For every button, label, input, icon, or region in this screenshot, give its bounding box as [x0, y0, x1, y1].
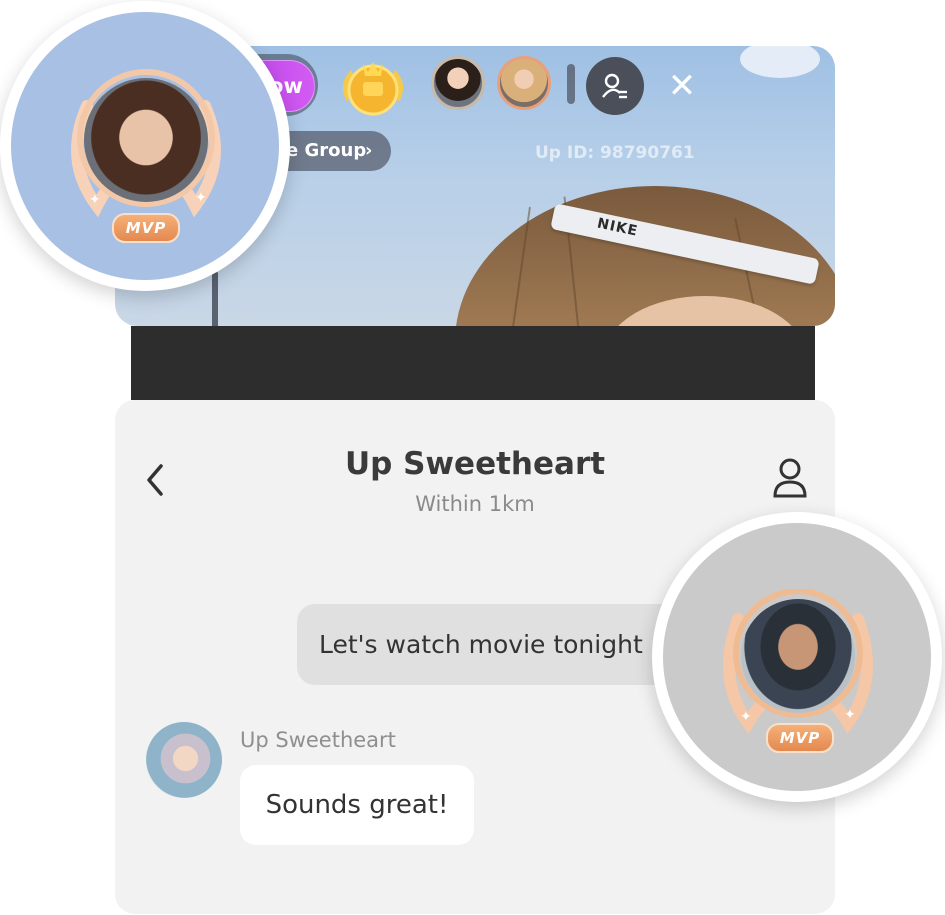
mvp-badge: MVP: [766, 723, 834, 753]
stream-bottom-bar: [131, 326, 815, 400]
incoming-message-bubble: Sounds great!: [240, 765, 474, 845]
viewer-avatar[interactable]: [431, 56, 485, 110]
user-list-icon: [602, 73, 627, 99]
viewer-avatar[interactable]: [497, 56, 551, 110]
profile-icon[interactable]: [770, 456, 810, 500]
mvp-badge: MVP: [112, 213, 180, 243]
mvp-photo-left: [84, 78, 208, 202]
chat-subtitle: Within 1km: [415, 492, 535, 516]
headband-text: NIKE: [595, 215, 640, 240]
room-id: Up ID: 98790761: [535, 143, 695, 163]
background-pole: [212, 271, 218, 326]
mvp-avatar-left: ✦ ✦ MVP: [0, 1, 290, 291]
gold-medal-icon[interactable]: [333, 50, 413, 120]
svg-text:✦: ✦: [195, 190, 207, 206]
close-icon[interactable]: ✕: [662, 66, 702, 106]
mvp-avatar-right: ✦ ✦ MVP: [652, 512, 942, 802]
sender-avatar[interactable]: [146, 722, 222, 798]
mvp-photo-right: [741, 599, 855, 713]
svg-text:✦: ✦: [844, 707, 856, 723]
sender-name: Up Sweetheart: [240, 728, 396, 752]
svg-text:✦: ✦: [89, 192, 101, 208]
chevron-right-icon: ›: [365, 140, 373, 161]
viewers-button[interactable]: [586, 57, 644, 115]
chat-title: Up Sweetheart: [344, 446, 606, 482]
cloud-decoration: [740, 46, 820, 78]
viewer-list-edge: [567, 64, 575, 104]
back-chevron-icon[interactable]: [141, 458, 171, 502]
svg-text:✦: ✦: [740, 709, 752, 725]
